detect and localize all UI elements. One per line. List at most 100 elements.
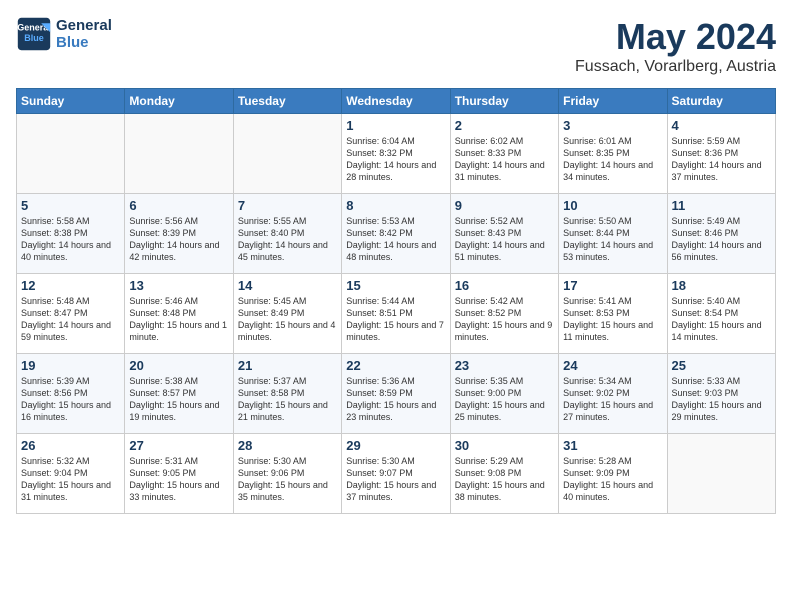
day-number: 20 — [129, 358, 228, 373]
location: Fussach, Vorarlberg, Austria — [575, 58, 776, 76]
header-day-monday: Monday — [125, 89, 233, 114]
day-number: 17 — [563, 278, 662, 293]
day-info: Sunrise: 6:02 AM Sunset: 8:33 PM Dayligh… — [455, 135, 554, 184]
day-info: Sunrise: 5:58 AM Sunset: 8:38 PM Dayligh… — [21, 215, 120, 264]
day-number: 12 — [21, 278, 120, 293]
day-info: Sunrise: 6:04 AM Sunset: 8:32 PM Dayligh… — [346, 135, 445, 184]
calendar-cell: 28 Sunrise: 5:30 AM Sunset: 9:06 PM Dayl… — [233, 434, 341, 514]
week-row-3: 12 Sunrise: 5:48 AM Sunset: 8:47 PM Dayl… — [17, 274, 776, 354]
day-info: Sunrise: 5:31 AM Sunset: 9:05 PM Dayligh… — [129, 455, 228, 504]
day-info: Sunrise: 5:49 AM Sunset: 8:46 PM Dayligh… — [672, 215, 771, 264]
day-number: 30 — [455, 438, 554, 453]
day-number: 13 — [129, 278, 228, 293]
calendar-cell: 7 Sunrise: 5:55 AM Sunset: 8:40 PM Dayli… — [233, 194, 341, 274]
day-info: Sunrise: 5:36 AM Sunset: 8:59 PM Dayligh… — [346, 375, 445, 424]
week-row-2: 5 Sunrise: 5:58 AM Sunset: 8:38 PM Dayli… — [17, 194, 776, 274]
day-info: Sunrise: 6:01 AM Sunset: 8:35 PM Dayligh… — [563, 135, 662, 184]
logo: General Blue General Blue — [16, 16, 112, 52]
day-info: Sunrise: 5:38 AM Sunset: 8:57 PM Dayligh… — [129, 375, 228, 424]
day-info: Sunrise: 5:50 AM Sunset: 8:44 PM Dayligh… — [563, 215, 662, 264]
day-number: 23 — [455, 358, 554, 373]
day-number: 8 — [346, 198, 445, 213]
svg-text:Blue: Blue — [24, 33, 44, 43]
day-number: 27 — [129, 438, 228, 453]
day-info: Sunrise: 5:52 AM Sunset: 8:43 PM Dayligh… — [455, 215, 554, 264]
calendar-cell: 2 Sunrise: 6:02 AM Sunset: 8:33 PM Dayli… — [450, 114, 558, 194]
calendar-cell: 9 Sunrise: 5:52 AM Sunset: 8:43 PM Dayli… — [450, 194, 558, 274]
week-row-1: 1 Sunrise: 6:04 AM Sunset: 8:32 PM Dayli… — [17, 114, 776, 194]
week-row-5: 26 Sunrise: 5:32 AM Sunset: 9:04 PM Dayl… — [17, 434, 776, 514]
calendar-cell: 27 Sunrise: 5:31 AM Sunset: 9:05 PM Dayl… — [125, 434, 233, 514]
calendar-table: SundayMondayTuesdayWednesdayThursdayFrid… — [16, 88, 776, 514]
day-info: Sunrise: 5:28 AM Sunset: 9:09 PM Dayligh… — [563, 455, 662, 504]
day-number: 19 — [21, 358, 120, 373]
header-day-thursday: Thursday — [450, 89, 558, 114]
day-info: Sunrise: 5:35 AM Sunset: 9:00 PM Dayligh… — [455, 375, 554, 424]
day-number: 3 — [563, 118, 662, 133]
calendar-cell — [125, 114, 233, 194]
day-number: 28 — [238, 438, 337, 453]
day-number: 22 — [346, 358, 445, 373]
header-day-friday: Friday — [559, 89, 667, 114]
day-info: Sunrise: 5:55 AM Sunset: 8:40 PM Dayligh… — [238, 215, 337, 264]
calendar-cell: 22 Sunrise: 5:36 AM Sunset: 8:59 PM Dayl… — [342, 354, 450, 434]
day-info: Sunrise: 5:30 AM Sunset: 9:06 PM Dayligh… — [238, 455, 337, 504]
logo-blue: Blue — [56, 34, 112, 51]
day-number: 29 — [346, 438, 445, 453]
calendar-cell: 6 Sunrise: 5:56 AM Sunset: 8:39 PM Dayli… — [125, 194, 233, 274]
calendar-cell: 14 Sunrise: 5:45 AM Sunset: 8:49 PM Dayl… — [233, 274, 341, 354]
header-day-saturday: Saturday — [667, 89, 775, 114]
logo-general: General — [56, 17, 112, 34]
day-number: 4 — [672, 118, 771, 133]
day-number: 7 — [238, 198, 337, 213]
calendar-header: SundayMondayTuesdayWednesdayThursdayFrid… — [17, 89, 776, 114]
day-info: Sunrise: 5:59 AM Sunset: 8:36 PM Dayligh… — [672, 135, 771, 184]
calendar-cell: 10 Sunrise: 5:50 AM Sunset: 8:44 PM Dayl… — [559, 194, 667, 274]
header-row: SundayMondayTuesdayWednesdayThursdayFrid… — [17, 89, 776, 114]
header-day-sunday: Sunday — [17, 89, 125, 114]
day-info: Sunrise: 5:48 AM Sunset: 8:47 PM Dayligh… — [21, 295, 120, 344]
calendar-cell: 26 Sunrise: 5:32 AM Sunset: 9:04 PM Dayl… — [17, 434, 125, 514]
calendar-cell: 1 Sunrise: 6:04 AM Sunset: 8:32 PM Dayli… — [342, 114, 450, 194]
calendar-cell: 4 Sunrise: 5:59 AM Sunset: 8:36 PM Dayli… — [667, 114, 775, 194]
day-info: Sunrise: 5:42 AM Sunset: 8:52 PM Dayligh… — [455, 295, 554, 344]
day-info: Sunrise: 5:39 AM Sunset: 8:56 PM Dayligh… — [21, 375, 120, 424]
day-info: Sunrise: 5:44 AM Sunset: 8:51 PM Dayligh… — [346, 295, 445, 344]
day-info: Sunrise: 5:30 AM Sunset: 9:07 PM Dayligh… — [346, 455, 445, 504]
calendar-cell: 3 Sunrise: 6:01 AM Sunset: 8:35 PM Dayli… — [559, 114, 667, 194]
day-info: Sunrise: 5:45 AM Sunset: 8:49 PM Dayligh… — [238, 295, 337, 344]
calendar-cell: 23 Sunrise: 5:35 AM Sunset: 9:00 PM Dayl… — [450, 354, 558, 434]
day-number: 9 — [455, 198, 554, 213]
day-info: Sunrise: 5:32 AM Sunset: 9:04 PM Dayligh… — [21, 455, 120, 504]
day-info: Sunrise: 5:53 AM Sunset: 8:42 PM Dayligh… — [346, 215, 445, 264]
day-number: 25 — [672, 358, 771, 373]
calendar-cell: 8 Sunrise: 5:53 AM Sunset: 8:42 PM Dayli… — [342, 194, 450, 274]
day-info: Sunrise: 5:56 AM Sunset: 8:39 PM Dayligh… — [129, 215, 228, 264]
day-number: 16 — [455, 278, 554, 293]
day-number: 1 — [346, 118, 445, 133]
calendar-cell: 11 Sunrise: 5:49 AM Sunset: 8:46 PM Dayl… — [667, 194, 775, 274]
day-number: 21 — [238, 358, 337, 373]
day-info: Sunrise: 5:33 AM Sunset: 9:03 PM Dayligh… — [672, 375, 771, 424]
calendar-body: 1 Sunrise: 6:04 AM Sunset: 8:32 PM Dayli… — [17, 114, 776, 514]
calendar-cell: 31 Sunrise: 5:28 AM Sunset: 9:09 PM Dayl… — [559, 434, 667, 514]
day-info: Sunrise: 5:46 AM Sunset: 8:48 PM Dayligh… — [129, 295, 228, 344]
day-info: Sunrise: 5:37 AM Sunset: 8:58 PM Dayligh… — [238, 375, 337, 424]
calendar-cell: 15 Sunrise: 5:44 AM Sunset: 8:51 PM Dayl… — [342, 274, 450, 354]
calendar-cell: 18 Sunrise: 5:40 AM Sunset: 8:54 PM Dayl… — [667, 274, 775, 354]
day-number: 6 — [129, 198, 228, 213]
calendar-cell — [233, 114, 341, 194]
calendar-cell: 30 Sunrise: 5:29 AM Sunset: 9:08 PM Dayl… — [450, 434, 558, 514]
title-block: May 2024 Fussach, Vorarlberg, Austria — [575, 16, 776, 76]
calendar-cell: 20 Sunrise: 5:38 AM Sunset: 8:57 PM Dayl… — [125, 354, 233, 434]
calendar-cell: 13 Sunrise: 5:46 AM Sunset: 8:48 PM Dayl… — [125, 274, 233, 354]
calendar-cell: 5 Sunrise: 5:58 AM Sunset: 8:38 PM Dayli… — [17, 194, 125, 274]
day-info: Sunrise: 5:34 AM Sunset: 9:02 PM Dayligh… — [563, 375, 662, 424]
month-title: May 2024 — [575, 16, 776, 58]
calendar-cell: 19 Sunrise: 5:39 AM Sunset: 8:56 PM Dayl… — [17, 354, 125, 434]
day-info: Sunrise: 5:29 AM Sunset: 9:08 PM Dayligh… — [455, 455, 554, 504]
day-number: 24 — [563, 358, 662, 373]
calendar-cell: 25 Sunrise: 5:33 AM Sunset: 9:03 PM Dayl… — [667, 354, 775, 434]
calendar-cell: 16 Sunrise: 5:42 AM Sunset: 8:52 PM Dayl… — [450, 274, 558, 354]
day-number: 2 — [455, 118, 554, 133]
